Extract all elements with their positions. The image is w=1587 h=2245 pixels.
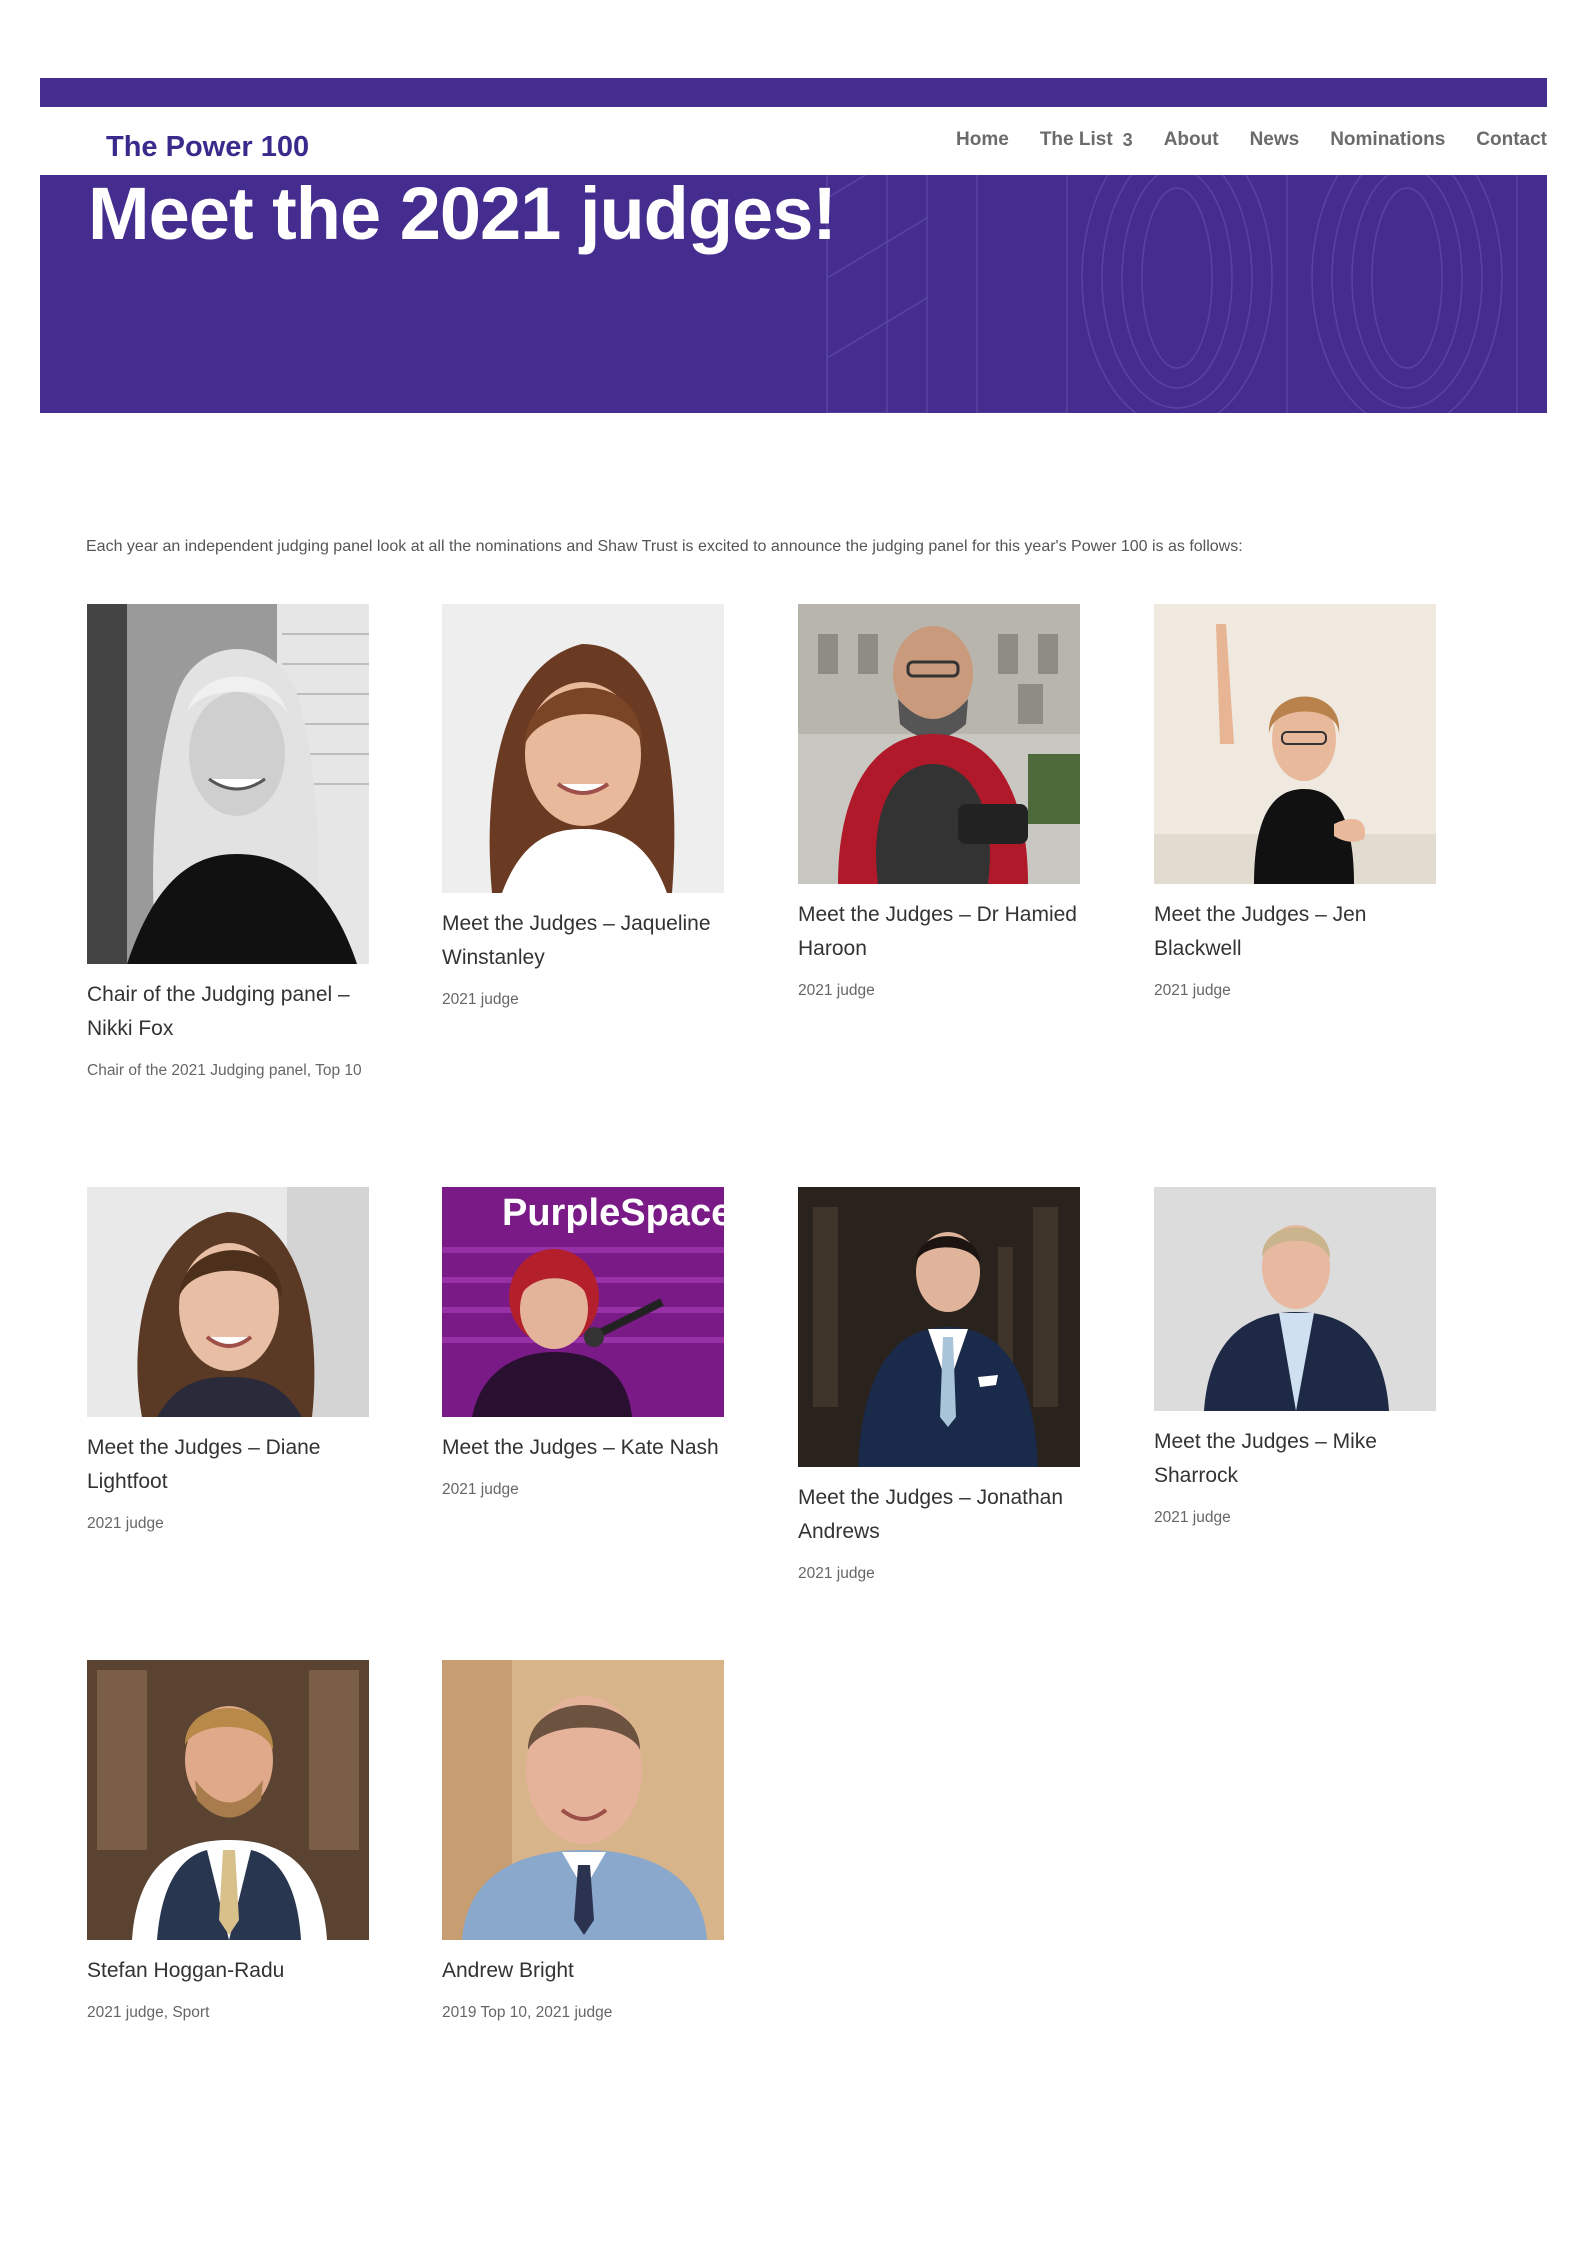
site-logo[interactable]: The Power 100 bbox=[106, 131, 309, 164]
menu-item-label: About bbox=[1163, 129, 1219, 150]
judge-photo[interactable] bbox=[798, 1187, 1080, 1467]
judge-card[interactable]: Meet the Judges – Jaqueline Winstanley 2… bbox=[442, 604, 724, 1014]
purplespace-sign-text: PurpleSpace bbox=[502, 1192, 724, 1234]
judge-card[interactable]: PurpleSpace Meet the Judges – Kate Nash … bbox=[442, 1187, 724, 1504]
menu-item-home[interactable]: Home bbox=[956, 129, 1009, 151]
judge-title[interactable]: Meet the Judges – Kate Nash bbox=[442, 1431, 724, 1465]
judge-title[interactable]: Meet the Judges – Mike Sharrock bbox=[1154, 1425, 1436, 1493]
judge-photo[interactable] bbox=[87, 604, 369, 964]
menu-item-label: News bbox=[1249, 129, 1300, 150]
judge-title[interactable]: Meet the Judges – Dr Hamied Haroon bbox=[798, 898, 1080, 966]
menu-item-label: Home bbox=[956, 129, 1009, 150]
judge-category[interactable]: 2019 Top 10, 2021 judge bbox=[442, 1998, 724, 2027]
judge-card[interactable]: Chair of the Judging panel – Nikki Fox C… bbox=[87, 604, 369, 1085]
intro-text: Each year an independent judging panel l… bbox=[86, 538, 1243, 555]
judge-category[interactable]: 2021 judge bbox=[798, 976, 1080, 1005]
judge-card[interactable]: Meet the Judges – Jen Blackwell 2021 jud… bbox=[1154, 604, 1436, 1005]
judge-photo[interactable] bbox=[87, 1187, 369, 1417]
judge-card[interactable]: Meet the Judges – Diane Lightfoot 2021 j… bbox=[87, 1187, 369, 1538]
judge-category[interactable]: 2021 judge bbox=[442, 985, 724, 1014]
menu-item-label: The List bbox=[1039, 129, 1113, 150]
judge-title[interactable]: Chair of the Judging panel – Nikki Fox bbox=[87, 978, 369, 1046]
judge-category[interactable]: Chair of the 2021 Judging panel, Top 10 bbox=[87, 1056, 369, 1085]
judge-photo[interactable] bbox=[798, 604, 1080, 884]
judge-title[interactable]: Stefan Hoggan-Radu bbox=[87, 1954, 369, 1988]
main-menu: Home The List 3 About News Nominations Co… bbox=[956, 129, 1547, 151]
menu-item-the-list[interactable]: The List 3 bbox=[1040, 129, 1133, 151]
judge-title[interactable]: Meet the Judges – Jonathan Andrews bbox=[798, 1481, 1080, 1549]
menu-item-contact[interactable]: Contact bbox=[1476, 129, 1547, 151]
menu-item-about[interactable]: About bbox=[1164, 129, 1219, 151]
judge-card[interactable]: Meet the Judges – Dr Hamied Haroon 2021 … bbox=[798, 604, 1080, 1005]
judge-photo[interactable] bbox=[442, 1660, 724, 1940]
judge-photo[interactable] bbox=[1154, 604, 1436, 884]
menu-item-nominations[interactable]: Nominations bbox=[1330, 129, 1445, 151]
judge-title[interactable]: Meet the Judges – Jaqueline Winstanley bbox=[442, 907, 724, 975]
judge-category[interactable]: 2021 judge bbox=[87, 1509, 369, 1538]
judge-card[interactable]: Andrew Bright 2019 Top 10, 2021 judge bbox=[442, 1660, 724, 2027]
judge-title[interactable]: Meet the Judges – Diane Lightfoot bbox=[87, 1431, 369, 1499]
judge-category[interactable]: 2021 judge, Sport bbox=[87, 1998, 369, 2027]
menu-item-label: Contact bbox=[1476, 129, 1547, 150]
judge-category[interactable]: 2021 judge bbox=[1154, 976, 1436, 1005]
judge-category[interactable]: 2021 judge bbox=[1154, 1503, 1436, 1532]
menu-item-label: Nominations bbox=[1330, 129, 1446, 150]
top-bar bbox=[40, 78, 1547, 107]
judge-title[interactable]: Andrew Bright bbox=[442, 1954, 724, 1988]
page-frame: The Power 100 Home The List 3 About News … bbox=[40, 78, 1547, 413]
judge-category[interactable]: 2021 judge bbox=[798, 1559, 1080, 1588]
page-title: Meet the 2021 judges! bbox=[88, 175, 837, 255]
menu-item-news[interactable]: News bbox=[1250, 129, 1300, 151]
judge-photo[interactable]: PurpleSpace bbox=[442, 1187, 724, 1417]
navbar: The Power 100 Home The List 3 About News … bbox=[40, 107, 1547, 175]
hero-decoration-graphic bbox=[826, 175, 1518, 413]
judge-photo[interactable] bbox=[1154, 1187, 1436, 1411]
judge-card[interactable]: Stefan Hoggan-Radu 2021 judge, Sport bbox=[87, 1660, 369, 2027]
judge-card[interactable]: Meet the Judges – Jonathan Andrews 2021 … bbox=[798, 1187, 1080, 1588]
judge-photo[interactable] bbox=[442, 604, 724, 893]
judge-photo[interactable] bbox=[87, 1660, 369, 1940]
judge-card[interactable]: Meet the Judges – Mike Sharrock 2021 jud… bbox=[1154, 1187, 1436, 1532]
judge-category[interactable]: 2021 judge bbox=[442, 1475, 724, 1504]
menu-item-badge: 3 bbox=[1122, 129, 1133, 150]
hero-banner: Meet the 2021 judges! bbox=[40, 175, 1547, 413]
judge-title[interactable]: Meet the Judges – Jen Blackwell bbox=[1154, 898, 1436, 966]
